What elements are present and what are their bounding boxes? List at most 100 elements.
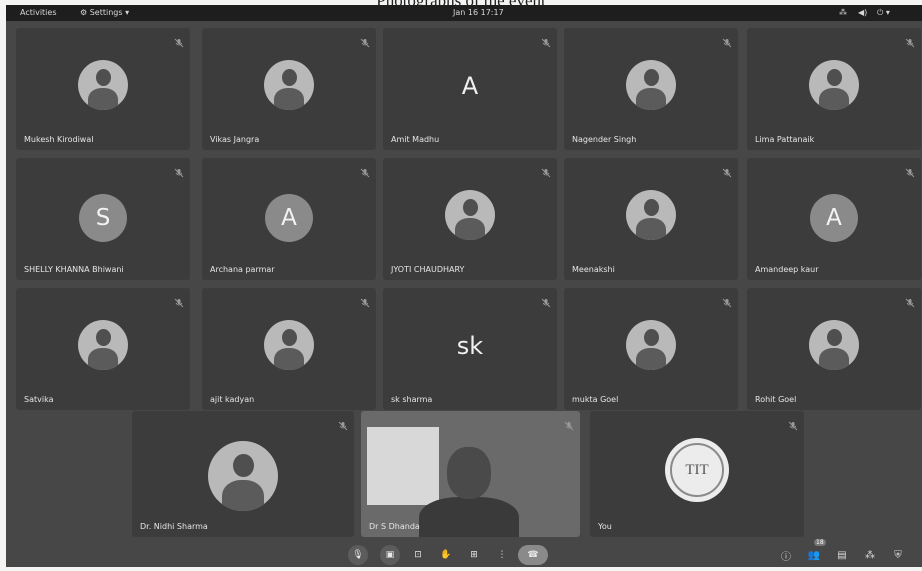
participant-tile[interactable]: Lima Pattanaik — [747, 28, 921, 150]
mic-off-icon — [174, 293, 184, 308]
background-window — [367, 427, 439, 505]
participant-name: Lima Pattanaik — [755, 135, 815, 144]
participant-name: mukta Goel — [572, 395, 619, 404]
participant-tile[interactable]: Vikas Jangra — [202, 28, 376, 150]
participant-name: JYOTI CHAUDHARY — [391, 265, 465, 274]
avatar — [264, 60, 314, 110]
chat-icon[interactable]: ▤ — [834, 547, 850, 563]
participant-name: ajit kadyan — [210, 395, 255, 404]
participant-tile[interactable]: Dr. Nidhi Sharma — [132, 411, 354, 537]
mic-off-icon — [722, 293, 732, 308]
avatar — [445, 190, 495, 240]
mic-off-icon — [541, 293, 551, 308]
participant-tile[interactable]: JYOTI CHAUDHARY — [383, 158, 557, 280]
participant-tile[interactable]: Satvika — [16, 288, 190, 410]
avatar — [809, 60, 859, 110]
mic-off-icon — [905, 33, 915, 48]
participant-tile[interactable]: A Archana parmar — [202, 158, 376, 280]
participant-name: Amandeep kaur — [755, 265, 819, 274]
avatar: A — [810, 194, 858, 242]
end-call-button[interactable]: ☎ — [518, 545, 548, 565]
participant-name: sk sharma — [391, 395, 433, 404]
participant-name: Nagender Singh — [572, 135, 637, 144]
participant-initial: sk — [456, 332, 484, 360]
system-topbar: Activities ⚙ Settings ▾ Jan 16 17:17 ⁂ ◀… — [6, 5, 922, 21]
avatar: S — [79, 194, 127, 242]
avatar — [626, 190, 676, 240]
mic-off-icon — [564, 416, 574, 431]
institute-logo: TIT — [665, 438, 729, 502]
mic-off-icon — [541, 163, 551, 178]
participant-tile[interactable]: A Amandeep kaur — [747, 158, 921, 280]
mic-off-icon — [338, 416, 348, 431]
participant-name: Mukesh Kirodiwal — [24, 135, 94, 144]
raise-hand-button[interactable]: ✋ — [436, 545, 456, 565]
participant-tile-self[interactable]: TIT You — [590, 411, 804, 537]
participant-name: You — [598, 522, 612, 531]
participant-tile[interactable]: mukta Goel — [564, 288, 738, 410]
avatar-initial: A — [281, 205, 297, 231]
network-icon[interactable]: ⁂ — [839, 8, 847, 17]
participant-name: Satvika — [24, 395, 54, 404]
participant-tile[interactable]: Meenakshi — [564, 158, 738, 280]
activities-button[interactable]: Activities — [20, 8, 57, 17]
activities-icon[interactable]: ⁂ — [862, 547, 878, 563]
participant-tile[interactable]: Mukesh Kirodiwal — [16, 28, 190, 150]
info-icon[interactable]: ⓘ — [778, 547, 794, 563]
mic-off-icon — [905, 163, 915, 178]
avatar — [208, 441, 278, 511]
people-icon[interactable]: 👥 — [806, 547, 822, 563]
participant-tile[interactable]: A Amit Madhu — [383, 28, 557, 150]
mic-off-icon — [722, 163, 732, 178]
participant-tile[interactable]: ajit kadyan — [202, 288, 376, 410]
mic-off-icon — [360, 293, 370, 308]
avatar: A — [265, 194, 313, 242]
power-icon[interactable]: ⏻ ▾ — [877, 8, 890, 18]
video-tile[interactable]: Dr S Dhanda — [361, 411, 580, 537]
participant-name: Rohit Goel — [755, 395, 797, 404]
avatar — [626, 320, 676, 370]
video-person — [419, 497, 519, 537]
meeting-screen: Activities ⚙ Settings ▾ Jan 16 17:17 ⁂ ◀… — [6, 5, 922, 567]
mic-toggle-button[interactable]: 🎙 — [348, 545, 368, 565]
participant-initial: A — [461, 72, 479, 100]
participant-name: SHELLY KHANNA Bhiwani — [24, 265, 124, 274]
host-controls-icon[interactable]: ⛨ — [890, 547, 906, 563]
participant-name: Meenakshi — [572, 265, 615, 274]
avatar-initial: A — [826, 205, 842, 231]
more-options-button[interactable]: ⋮ — [492, 545, 512, 565]
participant-tile[interactable]: Nagender Singh — [564, 28, 738, 150]
camera-toggle-button[interactable]: ▣ — [380, 545, 400, 565]
settings-menu[interactable]: ⚙ Settings ▾ — [80, 8, 129, 17]
participant-name: Archana parmar — [210, 265, 275, 274]
avatar — [264, 320, 314, 370]
participant-tile[interactable]: S SHELLY KHANNA Bhiwani — [16, 158, 190, 280]
gear-icon: ⚙ — [80, 8, 88, 17]
mic-off-icon — [360, 163, 370, 178]
captions-button[interactable]: ⊡ — [408, 545, 428, 565]
participant-name: Vikas Jangra — [210, 135, 260, 144]
mic-off-icon — [174, 163, 184, 178]
avatar — [626, 60, 676, 110]
avatar — [78, 60, 128, 110]
mic-off-icon — [174, 33, 184, 48]
participant-name: Dr S Dhanda — [369, 522, 420, 531]
participant-count-badge: 18 — [814, 539, 826, 546]
mic-off-icon — [360, 33, 370, 48]
avatar — [809, 320, 859, 370]
avatar — [78, 320, 128, 370]
clock: Jan 16 17:17 — [453, 8, 504, 17]
mic-off-icon — [788, 416, 798, 431]
participant-name: Amit Madhu — [391, 135, 440, 144]
avatar-initial: S — [95, 205, 111, 231]
participant-name: Dr. Nidhi Sharma — [140, 522, 208, 531]
mic-off-icon — [905, 293, 915, 308]
mic-off-icon — [541, 33, 551, 48]
present-button[interactable]: ⊞ — [464, 545, 484, 565]
video-person-head — [447, 447, 491, 499]
volume-icon[interactable]: ◀) — [858, 8, 867, 17]
mic-off-icon — [722, 33, 732, 48]
settings-label: Settings — [89, 8, 123, 17]
participant-tile[interactable]: sk sk sharma — [383, 288, 557, 410]
participant-tile[interactable]: Rohit Goel — [747, 288, 921, 410]
